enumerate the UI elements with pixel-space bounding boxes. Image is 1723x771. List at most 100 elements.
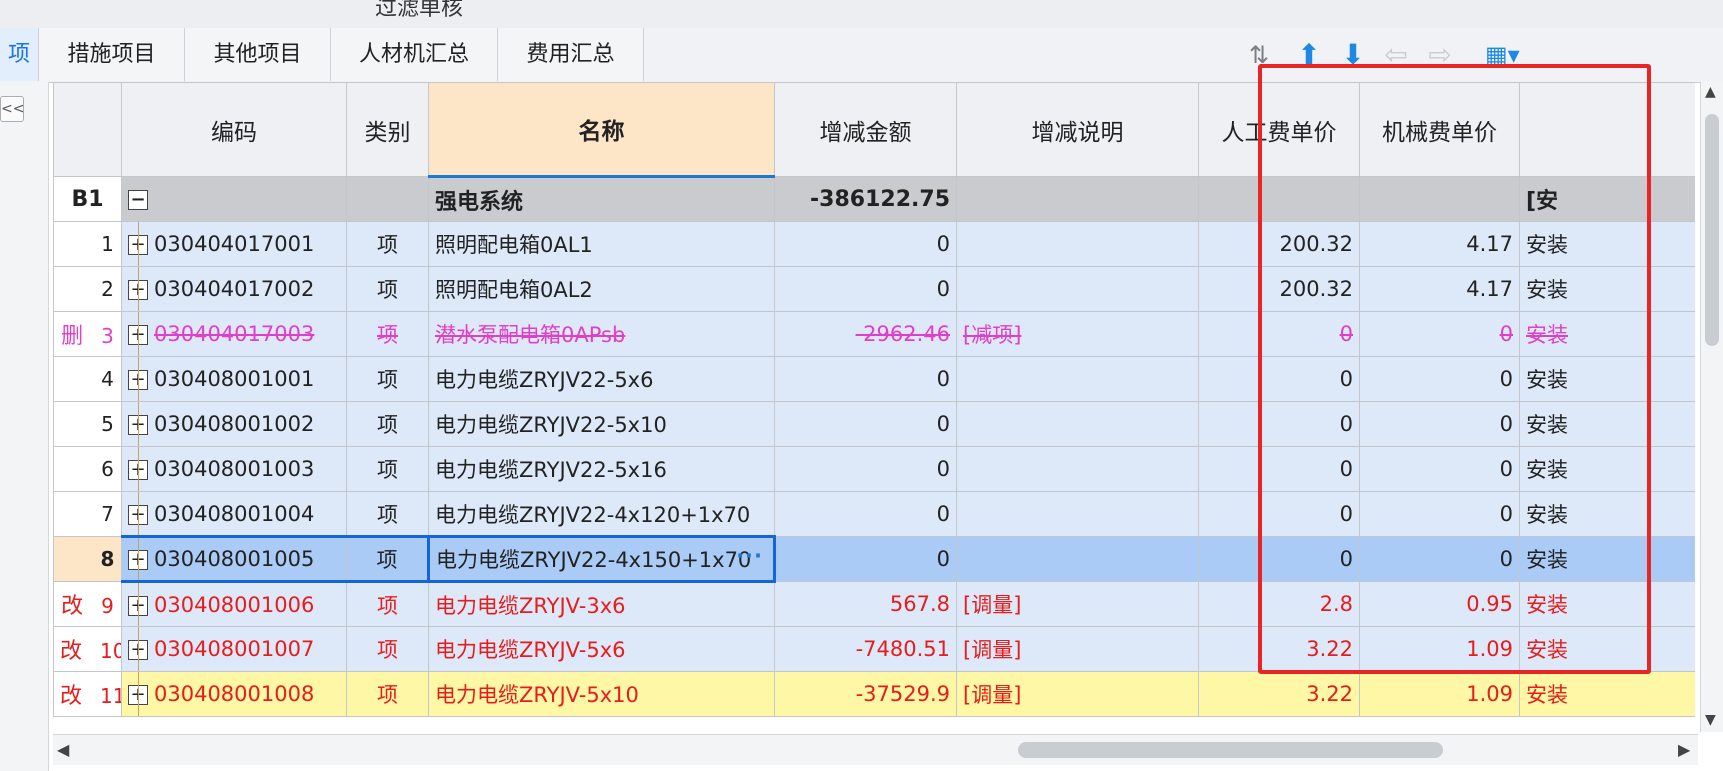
- row-labor-price[interactable]: 3.22: [1198, 626, 1360, 672]
- expand-icon[interactable]: +: [128, 325, 148, 345]
- row-change-amount[interactable]: 0: [774, 536, 957, 582]
- row-category[interactable]: 项: [346, 401, 429, 447]
- row-num-cell[interactable]: 4: [53, 356, 122, 402]
- table-row[interactable]: 删 3 +030404017003 项潜水泵配电箱0APsb -2962.46 [减项] 0…: [53, 311, 1695, 357]
- row-labor-price[interactable]: 2.8: [1198, 581, 1360, 627]
- row-code-cell[interactable]: +030408001003: [121, 446, 347, 492]
- tab-items[interactable]: 项: [0, 28, 39, 81]
- table-row[interactable]: 8 +030408001005 项电力电缆ZRYJV22-4x150+1x70 ···…: [53, 535, 1695, 583]
- row-change-amount[interactable]: -7480.51: [774, 626, 957, 672]
- row-machine-price[interactable]: 1.09: [1359, 671, 1520, 717]
- table-row[interactable]: 改11+030408001008项电力电缆ZRYJV-5x10-37529.9[…: [53, 671, 1695, 717]
- row-change-note[interactable]: [956, 491, 1199, 537]
- row-num-cell[interactable]: 6: [53, 446, 122, 492]
- sort-icon[interactable]: ⇅: [1243, 38, 1275, 72]
- expand-icon[interactable]: +: [128, 370, 148, 390]
- vertical-scroll-thumb[interactable]: [1705, 114, 1719, 346]
- row-category[interactable]: 项: [346, 221, 429, 267]
- row-category[interactable]: 项: [346, 491, 429, 537]
- row-code-cell[interactable]: +030404017003: [121, 311, 347, 357]
- group-name[interactable]: 强电系统: [428, 176, 775, 222]
- move-left-icon[interactable]: ⇦: [1380, 38, 1412, 72]
- row-change-amount[interactable]: 0: [774, 401, 957, 447]
- expand-icon[interactable]: +: [128, 685, 148, 705]
- row-num-cell[interactable]: 7: [53, 491, 122, 537]
- row-extra[interactable]: 安装: [1519, 221, 1695, 267]
- row-name-cell[interactable]: 电力电缆ZRYJV22-5x16: [428, 446, 775, 492]
- row-num-cell[interactable]: 2: [53, 266, 122, 312]
- expand-icon[interactable]: +: [128, 460, 148, 480]
- header-machine-price[interactable]: 机械费单价: [1359, 82, 1520, 177]
- row-labor-price[interactable]: 0: [1198, 536, 1360, 582]
- expand-icon[interactable]: +: [128, 280, 148, 300]
- row-num-cell[interactable]: 改 11: [53, 671, 122, 717]
- tab-measures[interactable]: 措施项目: [39, 28, 185, 81]
- row-machine-price[interactable]: 0: [1359, 446, 1520, 492]
- row-change-note[interactable]: [956, 401, 1199, 447]
- row-change-note[interactable]: [956, 266, 1199, 312]
- header-category[interactable]: 类别: [346, 82, 429, 177]
- tab-labor-material-summary[interactable]: 人材机汇总: [331, 28, 498, 81]
- scroll-right-icon[interactable]: ▶: [1678, 740, 1690, 759]
- row-labor-price[interactable]: 200.32: [1198, 221, 1360, 267]
- row-category[interactable]: 项: [346, 266, 429, 312]
- row-change-amount[interactable]: 567.8: [774, 581, 957, 627]
- row-change-note[interactable]: [956, 356, 1199, 402]
- row-category[interactable]: 项: [346, 446, 429, 492]
- row-code-cell[interactable]: +030404017001: [121, 221, 347, 267]
- table-row[interactable]: 7 +030408001004 项电力电缆ZRYJV22-4x120+1x70 0 0 0…: [53, 491, 1695, 537]
- row-machine-price[interactable]: 0.95: [1359, 581, 1520, 627]
- row-num-cell[interactable]: 删3: [53, 311, 122, 357]
- row-name-cell[interactable]: 电力电缆ZRYJV-5x6: [428, 626, 775, 672]
- row-labor-price[interactable]: 200.32: [1198, 266, 1360, 312]
- row-machine-price[interactable]: 0: [1359, 401, 1520, 447]
- scroll-down-icon[interactable]: ▼: [1705, 712, 1716, 728]
- row-category[interactable]: 项: [346, 671, 429, 717]
- header-labor-price[interactable]: 人工费单价: [1198, 82, 1360, 177]
- row-change-amount[interactable]: 0: [774, 266, 957, 312]
- expand-icon[interactable]: +: [128, 550, 148, 570]
- row-machine-price[interactable]: 4.17: [1359, 221, 1520, 267]
- row-extra[interactable]: 安装: [1519, 401, 1695, 447]
- row-extra[interactable]: 安装: [1519, 446, 1695, 492]
- tab-other[interactable]: 其他项目: [185, 28, 331, 81]
- row-machine-price[interactable]: 1.09: [1359, 626, 1520, 672]
- header-change-amount[interactable]: 增减金额: [774, 82, 957, 177]
- scroll-left-icon[interactable]: ◀: [57, 740, 69, 759]
- row-labor-price[interactable]: 3.22: [1198, 671, 1360, 717]
- row-extra[interactable]: 安装: [1519, 356, 1695, 402]
- horizontal-scrollbar[interactable]: ◀ ▶: [53, 734, 1698, 765]
- table-row[interactable]: 4 +030408001001 项电力电缆ZRYJV22-5x6 0 0 0 安装: [53, 356, 1695, 402]
- row-change-amount[interactable]: 0: [774, 221, 957, 267]
- row-machine-price[interactable]: 4.17: [1359, 266, 1520, 312]
- row-machine-price[interactable]: 0: [1359, 356, 1520, 402]
- row-change-note[interactable]: [调量]: [956, 581, 1199, 627]
- expand-icon[interactable]: +: [128, 595, 148, 616]
- row-code-cell[interactable]: +030408001002: [121, 401, 347, 447]
- row-change-amount[interactable]: -2962.46: [774, 311, 957, 357]
- row-name-cell[interactable]: 电力电缆ZRYJV22-4x120+1x70: [428, 491, 775, 537]
- row-code-cell[interactable]: +030408001005: [121, 535, 347, 583]
- row-change-amount[interactable]: 0: [774, 491, 957, 537]
- move-up-icon[interactable]: ⬆: [1293, 38, 1325, 72]
- header-code[interactable]: 编码: [121, 82, 347, 177]
- collapse-group-toggle[interactable]: −: [128, 189, 148, 210]
- row-code-cell[interactable]: +030404017002: [121, 266, 347, 312]
- column-settings-icon[interactable]: ▦▾: [1485, 38, 1520, 72]
- collapse-panel-button[interactable]: <<: [0, 96, 24, 122]
- row-change-note[interactable]: [956, 536, 1199, 582]
- vertical-scrollbar[interactable]: ▲ ▼: [1700, 82, 1723, 732]
- row-change-note[interactable]: [减项]: [956, 311, 1199, 357]
- row-category[interactable]: 项: [346, 581, 429, 627]
- row-num-cell[interactable]: 8: [53, 536, 122, 582]
- row-change-note[interactable]: [调量]: [956, 626, 1199, 672]
- row-num-cell[interactable]: 1: [53, 221, 122, 267]
- tab-cost-summary[interactable]: 费用汇总: [498, 28, 644, 81]
- row-name-cell[interactable]: 照明配电箱0AL1: [428, 221, 775, 267]
- row-name-cell[interactable]: 电力电缆ZRYJV22-5x6: [428, 356, 775, 402]
- row-change-amount[interactable]: 0: [774, 446, 957, 492]
- row-code-cell[interactable]: +030408001007: [121, 626, 347, 672]
- row-machine-price[interactable]: 0: [1359, 536, 1520, 582]
- horizontal-scroll-thumb[interactable]: [1018, 742, 1443, 758]
- expand-icon[interactable]: +: [128, 640, 148, 660]
